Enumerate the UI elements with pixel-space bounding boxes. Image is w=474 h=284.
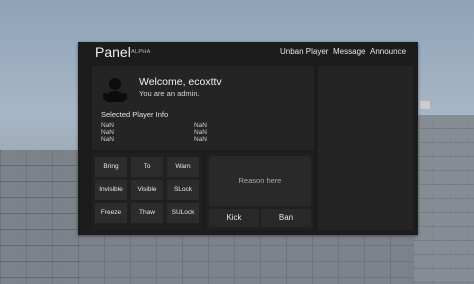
warn-button[interactable]: Warn <box>167 157 199 177</box>
player-info-box: Welcome, ecoxttv You are an admin. Selec… <box>92 66 314 150</box>
alpha-badge: ALPHA <box>131 49 151 55</box>
sulock-button[interactable]: SULock <box>167 203 199 223</box>
world-part <box>419 100 431 110</box>
visible-button[interactable]: Visible <box>131 180 163 200</box>
nav-unban-player[interactable]: Unban Player <box>280 47 328 56</box>
reason-input[interactable]: Reason here <box>209 156 311 206</box>
player-info-left-2: NaN <box>101 129 115 136</box>
kick-button[interactable]: Kick <box>209 209 259 227</box>
player-info-right-3: NaN <box>194 136 208 143</box>
baseplate-floor-right <box>414 115 474 284</box>
selected-player-info-title: Selected Player Info <box>101 110 169 119</box>
to-button[interactable]: To <box>131 157 163 177</box>
nav-announce[interactable]: Announce <box>370 47 406 56</box>
welcome-text: Welcome, ecoxttv <box>139 76 222 88</box>
thaw-button[interactable]: Thaw <box>131 203 163 223</box>
invisible-button[interactable]: Invisible <box>95 180 127 200</box>
panel-title: Panel <box>95 44 131 60</box>
command-buttons: Bring To Warn Invisible Visible SLock Fr… <box>92 153 202 230</box>
player-info-right-1: NaN <box>194 122 208 129</box>
player-info-left-1: NaN <box>101 122 115 129</box>
slock-button[interactable]: SLock <box>167 180 199 200</box>
player-info-right-2: NaN <box>194 129 208 136</box>
admin-status-text: You are an admin. <box>139 89 200 98</box>
player-info-left-3: NaN <box>101 136 115 143</box>
freeze-button[interactable]: Freeze <box>95 203 127 223</box>
baseplate-floor-left <box>0 150 80 284</box>
avatar-icon <box>103 78 127 102</box>
ban-button[interactable]: Ban <box>261 209 311 227</box>
bring-button[interactable]: Bring <box>95 157 127 177</box>
admin-panel: Panel ALPHA Unban Player Message Announc… <box>78 42 418 235</box>
reason-area: Reason here Kick Ban <box>206 153 314 230</box>
side-panel <box>318 66 413 230</box>
nav-message[interactable]: Message <box>333 47 365 56</box>
